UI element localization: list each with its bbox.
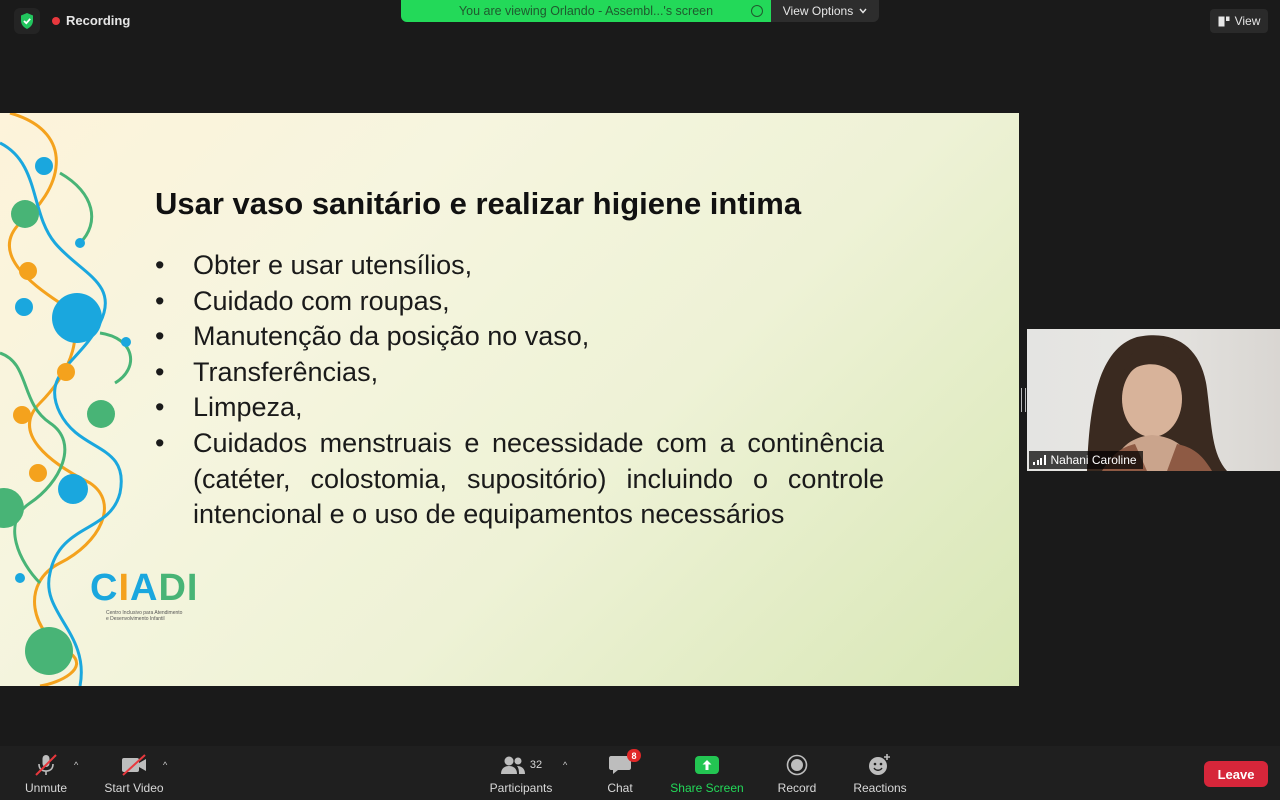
security-shield-icon[interactable] (14, 8, 40, 34)
reactions-label: Reactions (853, 781, 907, 795)
ciadi-logo: CIADI Centro Inclusivo para Atendimento … (90, 568, 220, 622)
unmute-label: Unmute (24, 781, 68, 795)
participants-label: Participants (489, 781, 553, 795)
viewing-screen-banner: You are viewing Orlando - Assembl...'s s… (401, 0, 771, 22)
participant-video-tile[interactable]: Nahani Caroline (1027, 329, 1280, 471)
record-icon (786, 752, 808, 778)
shared-screen-slide: Usar vaso sanitário e realizar higiene i… (0, 113, 1019, 686)
slide-bullet: Transferências, (155, 355, 884, 391)
recording-label: Recording (66, 13, 131, 28)
view-label: View (1234, 14, 1261, 28)
recording-indicator[interactable]: Recording (52, 13, 130, 28)
participants-button[interactable]: 32 Participants (483, 746, 559, 800)
slide-bullet: Cuidados menstruais e necessidade com a … (155, 426, 884, 533)
video-options-chevron-up-icon[interactable]: ^ (163, 760, 167, 770)
share-screen-button[interactable]: Share Screen (664, 746, 750, 800)
participant-video-feed (1087, 335, 1227, 471)
unmute-button[interactable]: Unmute (18, 746, 74, 800)
share-screen-label: Share Screen (670, 781, 744, 795)
record-button[interactable]: Record (772, 746, 822, 800)
participants-icon: 32 (500, 752, 542, 778)
share-screen-icon-wrap (695, 752, 719, 778)
share-screen-icon (695, 756, 719, 774)
view-options-label: View Options (782, 4, 854, 18)
participant-name: Nahani Caroline (1050, 453, 1137, 467)
logo-wordmark: CIADI (90, 568, 220, 608)
video-off-icon (120, 752, 148, 778)
muted-microphone-icon (33, 752, 59, 778)
logo-subtitle: Centro Inclusivo para Atendimento e Dese… (106, 610, 183, 622)
participants-options-chevron-up-icon[interactable]: ^ (563, 760, 567, 770)
meeting-toolbar: Unmute ^ Start Video ^ 32 Participants ^… (0, 746, 1280, 800)
chat-icon: 8 (608, 749, 641, 778)
reactions-smiley-icon (867, 752, 893, 778)
slide-bullet: Limpeza, (155, 390, 884, 426)
slide-bullet: Cuidado com roupas, (155, 284, 884, 320)
chat-unread-badge: 8 (627, 749, 641, 762)
participants-count: 32 (529, 759, 543, 771)
slide-title: Usar vaso sanitário e realizar higiene i… (155, 186, 802, 221)
slide-bullet: Obter e usar utensílios, (155, 248, 884, 284)
circle-icon (751, 5, 763, 17)
chevron-down-icon (859, 8, 867, 14)
video-panel-resize-handle[interactable] (1021, 388, 1026, 412)
start-video-button[interactable]: Start Video (100, 746, 168, 800)
start-video-label: Start Video (104, 781, 164, 795)
logo-text: CIADI (90, 567, 199, 609)
record-label: Record (777, 781, 817, 795)
chat-label: Chat (607, 781, 633, 795)
participant-name-tag: Nahani Caroline (1029, 451, 1143, 469)
view-layout-button[interactable]: View (1210, 9, 1268, 33)
audio-options-chevron-up-icon[interactable]: ^ (74, 760, 78, 770)
signal-strength-icon (1033, 455, 1046, 465)
slide-bullet: Manutenção da posição no vaso, (155, 319, 884, 355)
recording-dot-icon (52, 16, 60, 25)
chat-button[interactable]: 8 Chat (598, 746, 642, 800)
viewing-banner-text: You are viewing Orlando - Assembl...'s s… (458, 4, 714, 18)
reactions-button[interactable]: Reactions (848, 746, 912, 800)
layout-icon (1218, 16, 1230, 26)
view-options-button[interactable]: View Options (771, 0, 879, 22)
slide-bullet-list: Obter e usar utensílios, Cuidado com rou… (155, 248, 884, 533)
leave-button[interactable]: Leave (1204, 761, 1268, 787)
